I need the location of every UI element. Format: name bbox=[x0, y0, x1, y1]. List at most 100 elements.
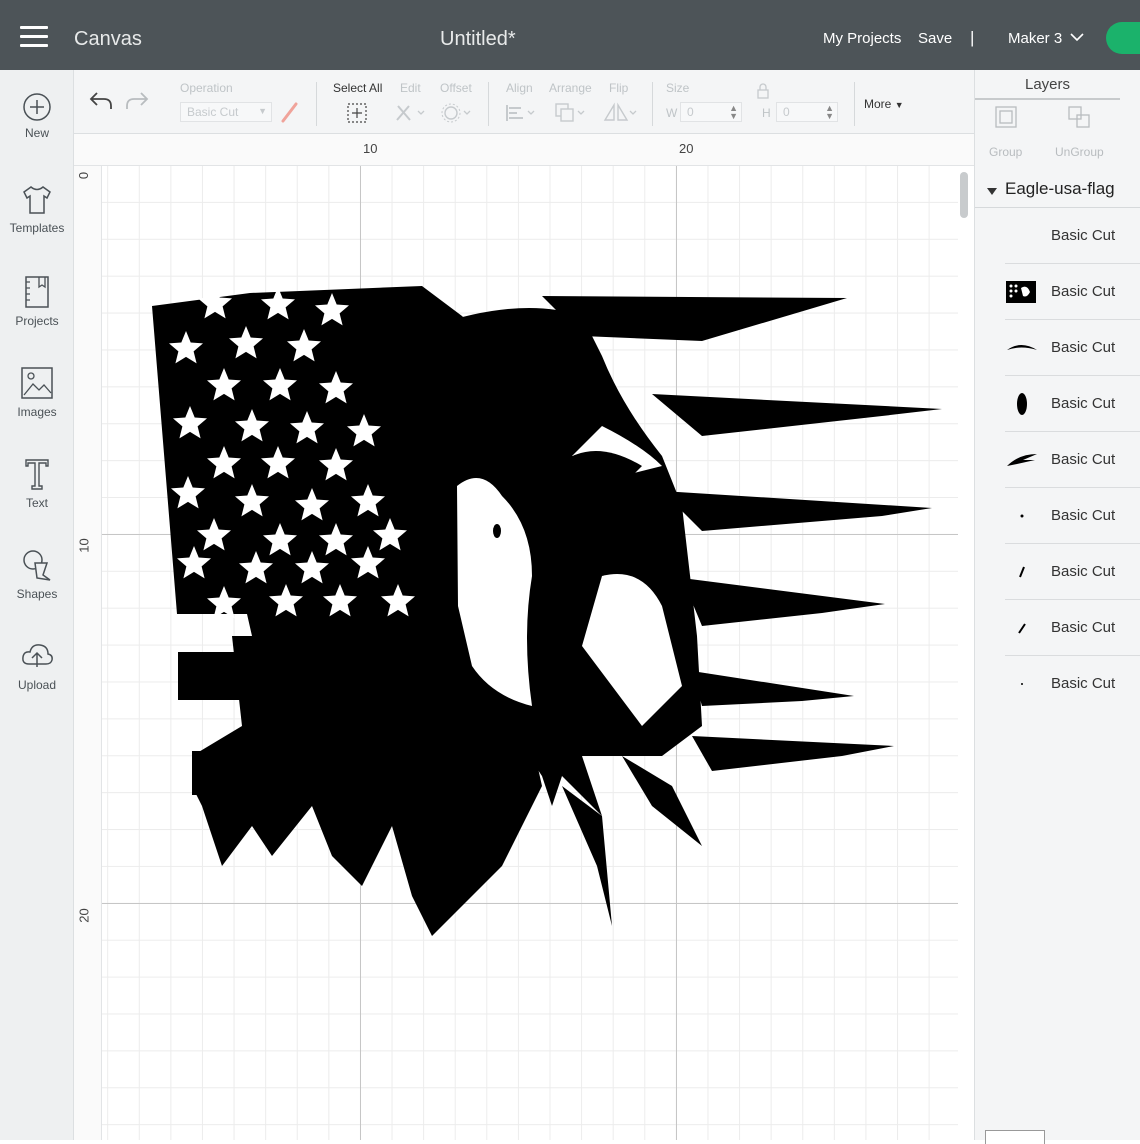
redo-icon[interactable] bbox=[124, 90, 150, 112]
layer-label: Basic Cut bbox=[1051, 563, 1116, 580]
sidebar-label: Images bbox=[17, 405, 57, 419]
layer-row[interactable]: Basic Cut bbox=[1005, 656, 1140, 712]
ruler-tick-label: 10 bbox=[363, 141, 378, 156]
my-projects-link[interactable]: My Projects bbox=[823, 30, 901, 47]
sidebar-label: Shapes bbox=[16, 587, 58, 601]
ruler-tick-label: 20 bbox=[76, 908, 92, 923]
edit-toolbar: Operation Basic Cut ▼ Select All Edit Off… bbox=[74, 70, 974, 134]
layer-label: Basic Cut bbox=[1051, 675, 1116, 692]
arrange-icon[interactable] bbox=[554, 102, 586, 124]
height-label: H bbox=[762, 106, 771, 120]
image-icon bbox=[21, 367, 53, 399]
machine-select[interactable]: Maker 3 bbox=[1008, 30, 1062, 47]
sidebar-item-shapes[interactable]: Shapes bbox=[0, 547, 74, 627]
sidebar-label: Templates bbox=[9, 221, 65, 235]
layers-panel: Layers Group UnGroup Eagle-usa-flag Basi… bbox=[974, 70, 1140, 1140]
top-bar: Canvas Untitled* My Projects Save | Make… bbox=[0, 0, 1140, 70]
plus-circle-icon bbox=[23, 93, 51, 121]
projects-icon bbox=[25, 276, 49, 308]
operation-select[interactable]: Basic Cut ▼ bbox=[180, 102, 272, 122]
layer-row[interactable]: Basic Cut bbox=[1005, 264, 1140, 320]
sidebar-item-new[interactable]: New bbox=[0, 92, 74, 172]
layer-row[interactable]: Basic Cut bbox=[1005, 208, 1140, 264]
height-value: 0 bbox=[783, 105, 790, 119]
undo-icon[interactable] bbox=[88, 90, 114, 112]
align-label: Align bbox=[506, 81, 533, 95]
layer-group-row[interactable]: Eagle-usa-flag bbox=[975, 174, 1140, 208]
ungroup-button[interactable]: UnGroup bbox=[1055, 104, 1104, 159]
width-input[interactable]: 0 ▲ ▼ bbox=[680, 102, 742, 122]
offset-label: Offset bbox=[440, 81, 472, 95]
dot-thumbnail bbox=[1021, 683, 1023, 685]
pen-color-icon[interactable] bbox=[280, 100, 300, 124]
more-label: More bbox=[864, 97, 892, 111]
flip-icon[interactable] bbox=[602, 102, 638, 124]
lock-icon[interactable] bbox=[756, 82, 770, 100]
design-canvas[interactable] bbox=[102, 166, 958, 1140]
layer-label: Basic Cut bbox=[1051, 283, 1116, 300]
layer-row[interactable]: Basic Cut bbox=[1005, 544, 1140, 600]
header-separator: | bbox=[970, 28, 975, 47]
sidebar-item-projects[interactable]: Projects bbox=[0, 274, 74, 354]
sidebar-label: Upload bbox=[17, 678, 57, 692]
sidebar-item-templates[interactable]: Templates bbox=[0, 183, 74, 263]
operation-value: Basic Cut bbox=[187, 105, 239, 119]
layer-row[interactable]: Basic Cut bbox=[1005, 376, 1140, 432]
offset-icon[interactable] bbox=[440, 102, 472, 124]
width-label: W bbox=[666, 106, 678, 120]
select-all-icon[interactable] bbox=[346, 102, 368, 124]
make-it-button[interactable] bbox=[1106, 22, 1140, 54]
sidebar-item-upload[interactable]: Upload bbox=[0, 638, 74, 718]
group-button[interactable]: Group bbox=[989, 104, 1022, 159]
sidebar-label: New bbox=[24, 126, 49, 140]
chevron-down-icon[interactable] bbox=[1070, 30, 1084, 44]
size-label: Size bbox=[666, 81, 690, 95]
edit-icon[interactable] bbox=[394, 102, 426, 124]
vertical-ruler: 0 10 20 bbox=[74, 166, 102, 1140]
layer-row[interactable]: Basic Cut bbox=[1005, 432, 1140, 488]
layer-label: Basic Cut bbox=[1051, 619, 1116, 636]
layer-label: Basic Cut bbox=[1051, 451, 1116, 468]
bottom-panel-tab[interactable] bbox=[985, 1130, 1045, 1144]
sidebar-item-text[interactable]: Text bbox=[0, 456, 74, 536]
ungroup-label: UnGroup bbox=[1055, 145, 1104, 159]
eagle-flag-thumbnail bbox=[1006, 281, 1036, 303]
tab-layers[interactable]: Layers bbox=[975, 70, 1120, 100]
sidebar-label: Text bbox=[25, 496, 48, 510]
sidebar-item-images[interactable]: Images bbox=[0, 365, 74, 445]
flip-label: Flip bbox=[609, 81, 629, 95]
left-sidebar: New Templates Projects Images Text Shape… bbox=[0, 70, 74, 1140]
save-button[interactable]: Save bbox=[918, 30, 952, 47]
operation-label: Operation bbox=[180, 81, 233, 95]
horizontal-ruler: 10 20 bbox=[74, 134, 974, 166]
text-icon bbox=[25, 459, 49, 490]
vertical-scrollbar[interactable] bbox=[960, 172, 968, 218]
eagle-flag-design[interactable] bbox=[102, 166, 958, 1140]
width-value: 0 bbox=[687, 105, 694, 119]
layer-label: Basic Cut bbox=[1051, 227, 1116, 244]
arrange-label: Arrange bbox=[549, 81, 592, 95]
app-title: Canvas bbox=[74, 28, 142, 50]
more-button[interactable]: More ▼ bbox=[864, 97, 904, 111]
feather-thumbnail bbox=[1007, 454, 1037, 466]
dot-thumbnail bbox=[1020, 514, 1024, 518]
edit-label: Edit bbox=[400, 81, 421, 95]
slash-thumbnail bbox=[1019, 566, 1025, 578]
document-title[interactable]: Untitled* bbox=[440, 28, 516, 51]
tshirt-icon bbox=[23, 186, 51, 214]
caret-down-icon: ▼ bbox=[894, 100, 904, 110]
ruler-tick-label: 20 bbox=[679, 141, 694, 156]
brow-thumbnail bbox=[1007, 345, 1037, 350]
menu-icon[interactable] bbox=[20, 26, 48, 48]
layer-row[interactable]: Basic Cut bbox=[1005, 600, 1140, 656]
sidebar-label: Projects bbox=[15, 314, 59, 328]
stepper-icon[interactable]: ▲ ▼ bbox=[729, 104, 738, 121]
align-icon[interactable] bbox=[504, 102, 536, 124]
layer-row[interactable]: Basic Cut bbox=[1005, 320, 1140, 376]
layer-label: Basic Cut bbox=[1051, 339, 1116, 356]
stepper-icon[interactable]: ▲ ▼ bbox=[825, 104, 834, 121]
height-input[interactable]: 0 ▲ ▼ bbox=[776, 102, 838, 122]
layer-row[interactable]: Basic Cut bbox=[1005, 488, 1140, 544]
upload-cloud-icon bbox=[22, 644, 53, 667]
collapse-triangle-icon[interactable] bbox=[987, 188, 997, 195]
